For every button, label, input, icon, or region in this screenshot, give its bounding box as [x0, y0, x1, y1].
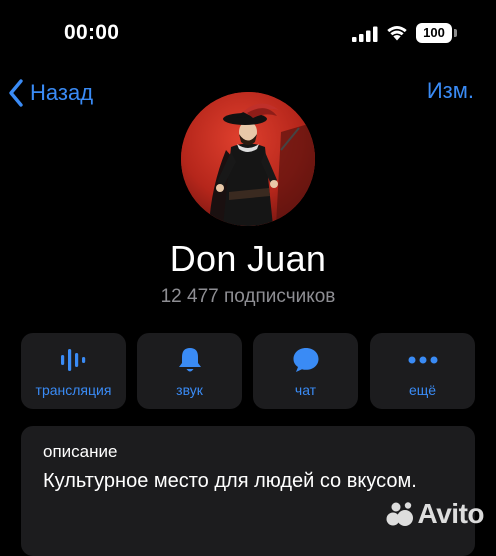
sound-label: звук — [176, 382, 203, 398]
more-dots-icon — [370, 345, 475, 375]
avito-logo-icon — [386, 502, 413, 526]
subscriber-count: 12 477 подписчиков — [160, 286, 336, 307]
battery-indicator: 100 — [416, 23, 452, 43]
broadcast-icon — [21, 345, 126, 375]
avito-watermark-text: Avito — [417, 498, 485, 529]
description-title: описание — [43, 442, 118, 461]
wifi-icon — [385, 23, 409, 46]
channel-avatar[interactable] — [181, 92, 315, 226]
broadcast-label: трансляция — [35, 382, 112, 398]
status-bar: 00:00 100 — [0, 0, 496, 66]
action-bar: трансляция звук чат ещё — [21, 333, 475, 409]
cellular-signal-icon — [352, 26, 378, 47]
more-button[interactable]: ещё — [370, 333, 475, 409]
broadcast-button[interactable]: трансляция — [21, 333, 126, 409]
chat-label: чат — [294, 382, 317, 398]
back-label: Назад — [30, 80, 94, 105]
back-button[interactable]: Назад — [8, 76, 93, 110]
description-text: Культурное место для людей со вкусом. — [43, 470, 417, 492]
battery-cap — [454, 29, 457, 37]
avito-watermark: Avito — [386, 498, 485, 530]
channel-name: Don Juan — [169, 238, 327, 279]
description-card: описание Культурное место для людей со в… — [21, 426, 475, 556]
chat-bubble-icon — [253, 345, 358, 375]
chevron-left-icon — [9, 79, 23, 107]
bell-icon — [137, 345, 242, 375]
more-label: ещё — [408, 382, 437, 398]
sound-button[interactable]: звук — [137, 333, 242, 409]
chat-button[interactable]: чат — [253, 333, 358, 409]
status-time: 00:00 — [64, 21, 120, 44]
edit-button[interactable]: Изм. — [427, 78, 474, 104]
